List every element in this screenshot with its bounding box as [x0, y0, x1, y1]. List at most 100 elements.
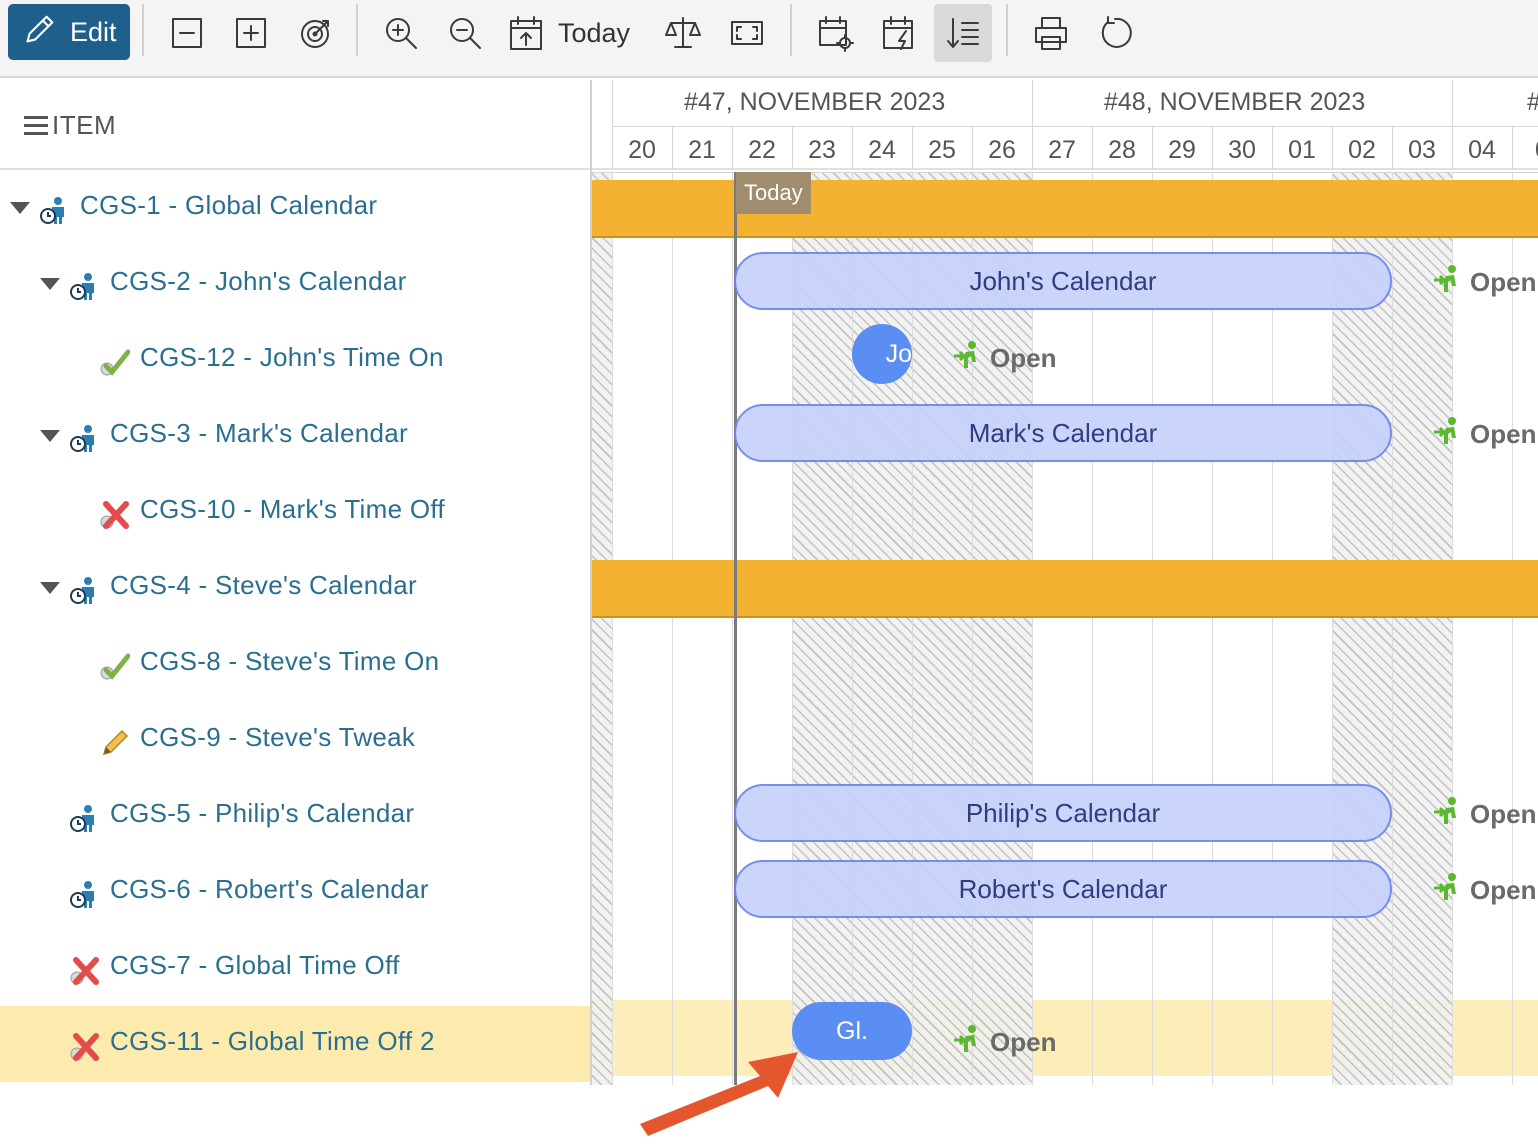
- day-label: 20: [628, 136, 656, 164]
- tree-row[interactable]: CGS-10 - Mark's Time Off: [0, 474, 590, 550]
- day-label: 22: [748, 136, 776, 164]
- day-label: 02: [1348, 136, 1376, 164]
- edit-button[interactable]: Edit: [8, 4, 130, 60]
- target-button[interactable]: [286, 4, 344, 62]
- tree-item-label[interactable]: CGS-8 - Steve's Time On: [140, 646, 439, 677]
- calendar-user-icon: [68, 270, 100, 302]
- check-icon: [98, 650, 131, 682]
- status-open-icon: [1432, 796, 1462, 833]
- week-divider: [1032, 80, 1033, 126]
- calendar-settings-button[interactable]: [806, 4, 864, 62]
- tree-row[interactable]: CGS-11 - Global Time Off 2: [0, 1006, 590, 1082]
- tree-row[interactable]: CGS-3 - Mark's Calendar: [0, 398, 590, 474]
- day-label: 23: [808, 136, 836, 164]
- scale-icon: [665, 17, 701, 48]
- roberts-calendar-bar[interactable]: Robert's Calendar: [734, 860, 1392, 918]
- refresh-button[interactable]: [1086, 4, 1144, 62]
- marks-calendar-bar[interactable]: Mark's Calendar: [734, 404, 1392, 462]
- status-open-label: Open: [952, 1024, 1056, 1061]
- calendar-lightning-icon: [883, 16, 913, 50]
- sort-button[interactable]: [934, 4, 992, 62]
- grid-column-line: [672, 172, 673, 1085]
- print-button[interactable]: [1022, 4, 1080, 62]
- tree-item-label[interactable]: CGS-7 - Global Time Off: [110, 950, 400, 981]
- collapse-toggle-icon[interactable]: [40, 278, 60, 290]
- collapse-icon: [172, 18, 202, 48]
- collapse-toggle-icon[interactable]: [40, 430, 60, 442]
- status-open-text: Open: [1470, 799, 1537, 829]
- status-open-icon: [952, 1024, 982, 1061]
- tree-row[interactable]: CGS-4 - Steve's Calendar: [0, 550, 590, 626]
- day-label: 24: [868, 136, 896, 164]
- item-header-label: ITEM: [52, 110, 117, 140]
- tree-row[interactable]: CGS-6 - Robert's Calendar: [0, 854, 590, 930]
- tree-row[interactable]: CGS-1 - Global Calendar: [0, 170, 590, 246]
- status-open-text: Open: [990, 343, 1057, 373]
- zoom-in-button[interactable]: [372, 4, 430, 62]
- status-open-label: Open: [1432, 264, 1536, 301]
- zoom-out-button[interactable]: [436, 4, 494, 62]
- johns-time-on-bar[interactable]: Jo: [852, 324, 912, 384]
- grid-column-line: [732, 172, 733, 1085]
- fit-to-screen-button[interactable]: [718, 4, 776, 62]
- tree-item-label[interactable]: CGS-9 - Steve's Tweak: [140, 722, 415, 753]
- fullscreen-icon: [731, 21, 763, 45]
- timeline-header: 0 20 21 22 23 24 25 26 27 28 29 30 01 02 03 04 0 #47, NOV…: [592, 80, 1538, 170]
- status-open-label: Open: [1432, 416, 1536, 453]
- philips-calendar-bar[interactable]: Philip's Calendar: [734, 784, 1392, 842]
- today-marker: Today: [736, 172, 811, 214]
- printer-icon: [1035, 17, 1067, 50]
- balance-button[interactable]: [654, 4, 712, 62]
- status-open-icon: [1432, 416, 1462, 453]
- expand-all-button[interactable]: [222, 4, 280, 62]
- pencil-icon: [20, 11, 58, 53]
- collapse-toggle-icon[interactable]: [10, 202, 30, 214]
- tree-row[interactable]: CGS-5 - Philip's Calendar: [0, 778, 590, 854]
- calendar-user-icon: [68, 878, 100, 910]
- day-label: 29: [1168, 136, 1196, 164]
- cross-icon: [68, 1030, 100, 1062]
- target-icon: [301, 20, 329, 48]
- status-open-label: Open: [1432, 872, 1536, 909]
- toolbar-divider: [142, 4, 144, 56]
- collapse-toggle-icon[interactable]: [40, 582, 60, 594]
- edit-label: Edit: [70, 16, 117, 47]
- week-divider: [612, 80, 613, 170]
- collapse-all-button[interactable]: [158, 4, 216, 62]
- tree-item-label[interactable]: CGS-10 - Mark's Time Off: [140, 494, 445, 525]
- status-open-icon: [1432, 264, 1462, 301]
- item-column-header[interactable]: ITEM: [0, 80, 590, 170]
- today-button[interactable]: Today: [506, 4, 630, 62]
- calendar-user-icon: [68, 574, 100, 606]
- calendar-edit-button[interactable]: [870, 4, 928, 62]
- tree-row[interactable]: CGS-2 - John's Calendar: [0, 246, 590, 322]
- status-open-label: Open: [1432, 796, 1536, 833]
- timeline-body: Today John's Calendar Mark's Calendar Phili…: [592, 172, 1538, 1085]
- tree-row[interactable]: CGS-8 - Steve's Time On: [0, 626, 590, 702]
- day-label: 25: [928, 136, 956, 164]
- tree-row[interactable]: CGS-12 - John's Time On: [0, 322, 590, 398]
- tree-item-label[interactable]: CGS-1 - Global Calendar: [80, 190, 377, 221]
- week-label: #47, NOVEMBER 2023: [684, 88, 946, 116]
- cross-icon: [98, 498, 130, 530]
- header-divider: [612, 126, 1538, 127]
- calendar-user-icon: [38, 194, 70, 226]
- tree-item-label[interactable]: CGS-5 - Philip's Calendar: [110, 798, 414, 829]
- tree-item-label[interactable]: CGS-3 - Mark's Calendar: [110, 418, 408, 449]
- tree-item-label[interactable]: CGS-6 - Robert's Calendar: [110, 874, 429, 905]
- status-open-text: Open: [1470, 419, 1537, 449]
- tree-row[interactable]: CGS-9 - Steve's Tweak: [0, 702, 590, 778]
- tree-row[interactable]: CGS-7 - Global Time Off: [0, 930, 590, 1006]
- tree-item-label[interactable]: CGS-12 - John's Time On: [140, 342, 444, 373]
- tree-item-label[interactable]: CGS-2 - John's Calendar: [110, 266, 407, 297]
- calendar-today-icon: [510, 16, 542, 50]
- status-open-label: Open: [952, 340, 1056, 377]
- tree-item-label[interactable]: CGS-11 - Global Time Off 2: [110, 1026, 435, 1057]
- johns-calendar-bar[interactable]: John's Calendar: [734, 252, 1392, 310]
- hamburger-menu-icon[interactable]: [24, 116, 48, 136]
- toolbar-divider: [790, 4, 792, 56]
- calendar-user-icon: [68, 422, 100, 454]
- tree-item-label[interactable]: CGS-4 - Steve's Calendar: [110, 570, 417, 601]
- pencil-icon: [98, 726, 130, 758]
- day-label: 0: [592, 136, 612, 165]
